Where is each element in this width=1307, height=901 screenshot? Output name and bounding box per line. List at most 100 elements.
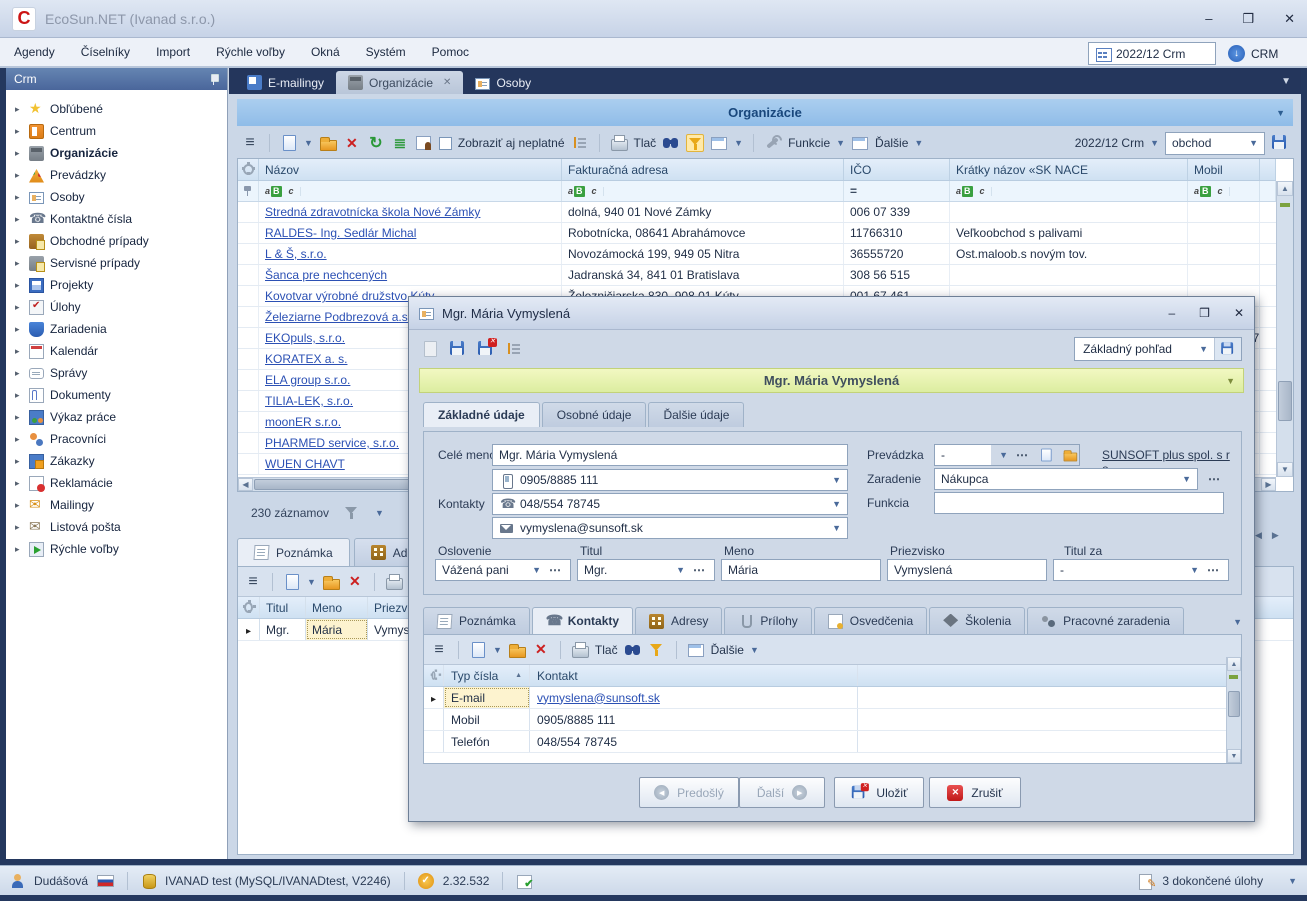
menu-item[interactable]: Import <box>156 45 190 59</box>
column-header[interactable]: Názov <box>259 159 562 180</box>
dialog-close-button[interactable]: ✕ <box>1234 306 1244 320</box>
sidebar-item[interactable]: ▸ Obchodné prípady <box>6 230 227 252</box>
filter-cell[interactable] <box>844 181 950 201</box>
scroll-down-icon[interactable]: ▼ <box>1277 462 1293 477</box>
column-header[interactable]: Meno <box>306 597 368 618</box>
sidebar-item[interactable]: ▸ Úlohy <box>6 296 227 318</box>
salutation-combo[interactable]: Vážená pani ▼⋯ <box>435 559 571 581</box>
banner-dropdown-icon[interactable]: ▼ <box>1226 376 1235 386</box>
title-after-combo[interactable]: - ▼⋯ <box>1053 559 1229 581</box>
table-row[interactable]: L & Š, s.r.o. Novozámocká 199, 949 05 Ni… <box>238 244 1276 265</box>
maximize-button[interactable]: ❒ <box>1242 11 1254 27</box>
menu-item[interactable]: Rýchle voľby <box>216 45 285 59</box>
delete-contact-icon[interactable] <box>532 641 550 659</box>
vertical-scrollbar[interactable]: ▲ ▼ <box>1276 181 1293 477</box>
open-contact-icon[interactable] <box>508 641 526 659</box>
sidebar-item[interactable]: ▸ Správy <box>6 362 227 384</box>
expand-arrow-icon[interactable]: ▸ <box>15 478 23 489</box>
search-icon[interactable] <box>624 641 642 659</box>
expand-arrow-icon[interactable]: ▸ <box>15 544 23 555</box>
functions-icon[interactable] <box>764 134 782 152</box>
column-header-kontakt[interactable]: Kontakt <box>530 665 858 686</box>
open-branch-icon[interactable] <box>1063 448 1077 462</box>
filter-icon[interactable] <box>648 641 666 659</box>
gear-icon[interactable] <box>432 671 436 680</box>
phone-combo[interactable]: 048/554 78745 ▼ <box>492 493 848 515</box>
expand-arrow-icon[interactable]: ▸ <box>15 170 23 181</box>
org-name-link[interactable]: TILIA-LEK, s.r.o. <box>265 394 353 408</box>
sidebar-item[interactable]: ▸ Mailingy <box>6 494 227 516</box>
org-name-link[interactable]: PHARMED service, s.r.o. <box>265 436 399 450</box>
tasks-dropdown-icon[interactable]: ▼ <box>1288 876 1297 886</box>
dropdown-icon[interactable]: ▼ <box>1182 474 1191 484</box>
filter-cell[interactable]: aBc <box>562 181 844 201</box>
view-selector[interactable]: Základný pohľad ▼ <box>1074 337 1242 361</box>
new-record-icon[interactable] <box>421 340 439 358</box>
dialog-maximize-button[interactable]: ❒ <box>1199 306 1210 320</box>
sidebar-item[interactable]: ▸ Výkaz práce <box>6 406 227 428</box>
menu-item[interactable]: Číselníky <box>81 45 130 59</box>
expand-arrow-icon[interactable]: ▸ <box>15 126 23 137</box>
expand-arrow-icon[interactable]: ▸ <box>15 522 23 533</box>
expand-arrow-icon[interactable]: ▸ <box>15 214 23 225</box>
expand-arrow-icon[interactable]: ▸ <box>15 280 23 291</box>
print-icon[interactable] <box>610 134 628 152</box>
menu-item[interactable]: Okná <box>311 45 340 59</box>
org-name-link[interactable]: moonER s.r.o. <box>265 415 341 429</box>
person-grid-icon[interactable] <box>415 134 433 152</box>
expand-arrow-icon[interactable]: ▸ <box>15 148 23 159</box>
menu-item[interactable]: Agendy <box>14 45 55 59</box>
dropdown-icon[interactable]: ▼ <box>832 475 841 485</box>
column-header[interactable]: Fakturačná adresa <box>562 159 844 180</box>
table-row[interactable]: Šanca pre nechcených Jadranská 34, 841 0… <box>238 265 1276 286</box>
scroll-up-icon[interactable]: ▲ <box>1227 657 1241 671</box>
save-icon[interactable] <box>449 340 467 358</box>
pin-icon[interactable] <box>209 73 219 85</box>
period-selector[interactable]: 2022/12 Crm <box>1088 42 1216 65</box>
full-name-input[interactable]: Mgr. Mária Vymyslená <box>492 444 848 466</box>
filter-cell[interactable]: aBc <box>1188 181 1260 201</box>
previous-button[interactable]: ◀ Predošlý <box>639 777 739 808</box>
org-name-link[interactable]: Železiarne Podbrezová a.s. skr <box>265 310 430 324</box>
footer-filter-dropdown-icon[interactable]: ▼ <box>375 508 384 518</box>
lookup-ellipsis-button[interactable]: ⋯ <box>1014 448 1031 462</box>
gear-icon[interactable] <box>244 602 253 613</box>
open-record-icon[interactable] <box>319 134 337 152</box>
more-label[interactable]: Ďalšie <box>875 136 908 150</box>
expand-arrow-icon[interactable]: ▸ <box>15 456 23 467</box>
menu-item[interactable]: Pomoc <box>432 45 469 59</box>
menu-item[interactable]: Systém <box>366 45 406 59</box>
print-icon[interactable] <box>385 573 403 591</box>
document-tab[interactable]: Osoby ✕ <box>463 71 543 94</box>
filter-cell[interactable]: aBc <box>259 181 562 201</box>
org-name-link[interactable]: ELA group s.r.o. <box>265 373 350 387</box>
more-icon[interactable] <box>851 134 869 152</box>
tree-view-icon[interactable] <box>571 134 589 152</box>
sidebar-item[interactable]: ▸ Centrum <box>6 120 227 142</box>
title-combo[interactable]: Mgr. ▼⋯ <box>577 559 715 581</box>
sidebar-item[interactable]: ▸ Zákazky <box>6 450 227 472</box>
expand-arrow-icon[interactable]: ▸ <box>15 434 23 445</box>
column-header[interactable]: Krátky názov «SK NACE <box>950 159 1188 180</box>
filter-pin-icon[interactable] <box>243 185 253 197</box>
layout-dropdown-icon[interactable]: ▼ <box>734 138 743 148</box>
sidebar-item[interactable]: ▸ Kalendár <box>6 340 227 362</box>
sidebar-item[interactable]: ▸ Reklamácie <box>6 472 227 494</box>
open-record-icon[interactable] <box>322 573 340 591</box>
dialog-minimize-button[interactable]: – <box>1168 306 1175 320</box>
dialog-title-bar[interactable]: Mgr. Mária Vymyslená – ❒ ✕ <box>409 297 1254 330</box>
org-name-link[interactable]: Šanca pre nechcených <box>265 268 387 282</box>
gear-icon[interactable] <box>243 164 254 175</box>
sub-tab-dropdown-icon[interactable]: ▼ <box>1233 617 1242 634</box>
expand-arrow-icon[interactable]: ▸ <box>15 302 23 313</box>
filter-icon[interactable] <box>686 134 704 152</box>
sidebar-item[interactable]: ▸ Rýchle voľby <box>6 538 227 560</box>
more-icon[interactable] <box>687 641 705 659</box>
grid-menu-icon[interactable] <box>430 641 448 659</box>
show-invalid-checkbox[interactable] <box>439 137 452 150</box>
sidebar-item[interactable]: ▸ Pracovníci <box>6 428 227 450</box>
print-icon[interactable] <box>571 641 589 659</box>
sidebar-item[interactable]: ▸ Servisné prípady <box>6 252 227 274</box>
new-record-icon[interactable] <box>283 573 301 591</box>
sub-tab[interactable]: Pracovné zaradenia <box>1027 607 1184 634</box>
